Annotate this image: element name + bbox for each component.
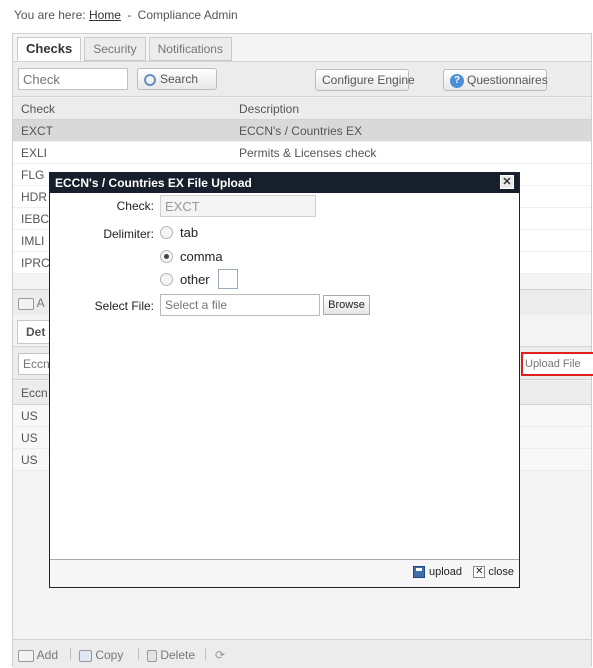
select-file-label: Select File:: [94, 299, 154, 313]
separator: |: [204, 646, 208, 660]
bottom-action-bar: Add | Copy | Delete | ⟳: [13, 639, 591, 668]
add-check-button[interactable]: A: [18, 296, 45, 310]
add-label: Add: [36, 648, 59, 662]
copy-icon: [79, 649, 92, 662]
check-search-input[interactable]: [18, 68, 128, 90]
check-field[interactable]: [160, 195, 316, 217]
column-header-description[interactable]: Description: [239, 102, 299, 116]
checks-toolbar: Search Configure Engine ?Questionnaires: [13, 61, 591, 97]
search-icon: [144, 73, 156, 86]
dialog-title-bar: ECCN's / Countries EX File Upload ✕: [50, 173, 519, 193]
delimiter-tab-label: tab: [180, 225, 199, 240]
separator: |: [137, 646, 141, 660]
dialog-body: Check: Delimiter: tab comma other Select…: [50, 193, 519, 559]
delimiter-label: Delimiter:: [103, 227, 154, 241]
copy-button[interactable]: Copy: [79, 648, 123, 662]
cell-check: EXLI: [21, 146, 48, 160]
column-header-eccn[interactable]: Eccn: [21, 386, 48, 400]
questionnaires-button[interactable]: ? Questionnaires: [443, 69, 548, 91]
delimiter-option-other[interactable]: other: [160, 269, 238, 289]
radio-other[interactable]: [160, 272, 173, 286]
breadcrumb-current: Compliance Admin: [137, 8, 238, 22]
main-tabs: Checks Security Notifications: [17, 37, 235, 61]
breadcrumb-prefix: You are here:: [14, 8, 86, 22]
add-icon: [18, 649, 34, 662]
add-button[interactable]: Add: [18, 648, 58, 662]
save-icon: [412, 566, 425, 578]
cell-eccn: US: [21, 409, 38, 423]
delimiter-other-label: other: [180, 271, 210, 287]
other-delimiter-input[interactable]: [217, 269, 238, 289]
checks-grid-header: Check Description: [13, 98, 591, 120]
delete-label: Delete: [160, 648, 196, 662]
close-button[interactable]: ✕ close: [473, 566, 514, 578]
delimiter-comma-label: comma: [180, 249, 223, 264]
upload-button[interactable]: upload: [412, 566, 462, 578]
delete-button[interactable]: Delete: [147, 648, 195, 662]
radio-tab[interactable]: [160, 226, 173, 239]
upload-file-button[interactable]: Upload File: [521, 352, 593, 376]
check-field-label: Check:: [116, 199, 154, 213]
dialog-footer: upload ✕ close: [50, 559, 519, 587]
breadcrumb: You are here: Home - Compliance Admin: [14, 8, 238, 22]
close-label: close: [488, 566, 514, 578]
tab-checks[interactable]: Checks: [17, 37, 82, 61]
close-icon[interactable]: ✕: [500, 175, 514, 189]
file-upload-dialog: ECCN's / Countries EX File Upload ✕ Chec…: [49, 172, 520, 588]
cell-eccn: US: [21, 453, 38, 467]
cell-check: EXCT: [21, 124, 54, 138]
delimiter-option-tab[interactable]: tab: [160, 225, 198, 240]
add-check-label: A: [36, 296, 45, 310]
help-icon: ?: [450, 73, 464, 88]
configure-engine-button[interactable]: Configure Engine: [315, 69, 415, 91]
delimiter-option-comma[interactable]: comma: [160, 249, 223, 264]
copy-label: Copy: [95, 648, 124, 662]
tab-security[interactable]: Security: [84, 37, 146, 61]
file-path-input[interactable]: [160, 294, 320, 316]
column-header-check[interactable]: Check: [21, 102, 55, 116]
search-button[interactable]: Search: [137, 68, 217, 90]
cell-check: IMLI: [21, 234, 45, 248]
questionnaires-label: Questionnaires: [467, 73, 548, 87]
cell-description: ECCN's / Countries EX: [239, 124, 362, 138]
separator: |: [69, 646, 73, 660]
close-x-icon: ✕: [473, 566, 486, 578]
trash-icon: [147, 649, 157, 662]
cell-check: HDR: [21, 190, 47, 204]
upload-label: upload: [428, 566, 462, 578]
table-row[interactable]: EXLI Permits & Licenses check: [13, 142, 591, 164]
cell-check: IEBC: [21, 212, 50, 226]
cell-description: Permits & Licenses check: [239, 146, 377, 160]
cell-check: FLG: [21, 168, 45, 182]
search-button-label: Search: [160, 72, 199, 86]
table-row[interactable]: EXCT ECCN's / Countries EX: [13, 120, 591, 142]
cell-eccn: US: [21, 431, 38, 445]
add-icon: [18, 297, 34, 310]
cell-check: IPRC: [21, 256, 50, 270]
dialog-title: ECCN's / Countries EX File Upload: [55, 176, 252, 190]
refresh-icon[interactable]: ⟳: [215, 648, 225, 662]
browse-button[interactable]: Browse: [323, 295, 370, 315]
radio-comma[interactable]: [160, 250, 173, 263]
breadcrumb-separator: -: [127, 8, 132, 22]
tab-notifications[interactable]: Notifications: [148, 37, 232, 61]
breadcrumb-home-link[interactable]: Home: [89, 8, 121, 22]
compliance-admin-page: You are here: Home - Compliance Admin Ch…: [0, 0, 593, 668]
